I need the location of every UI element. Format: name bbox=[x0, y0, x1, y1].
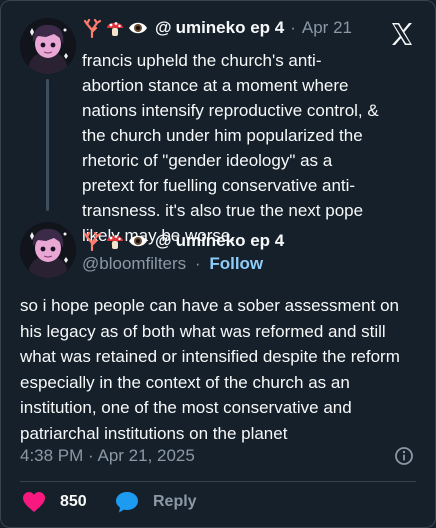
main-at-symbol: @ bbox=[155, 231, 172, 250]
quoted-separator: · bbox=[290, 18, 296, 37]
x-logo-icon[interactable] bbox=[389, 21, 415, 47]
like-button[interactable]: 850 bbox=[22, 491, 87, 513]
reply-button[interactable]: Reply bbox=[115, 491, 197, 513]
main-handle[interactable]: @bloomfilters bbox=[82, 254, 186, 273]
coral-emoji bbox=[82, 231, 102, 251]
eye-emoji bbox=[128, 18, 148, 38]
main-display-name[interactable]: umineko ep 4 bbox=[176, 230, 285, 252]
quoted-display-name[interactable]: umineko ep 4 bbox=[176, 17, 285, 39]
reply-label: Reply bbox=[153, 493, 197, 510]
quoted-avatar[interactable] bbox=[20, 18, 76, 74]
quoted-tweet-text: francis upheld the church's anti-abortio… bbox=[82, 51, 379, 245]
coral-emoji bbox=[82, 18, 102, 38]
mushroom-emoji bbox=[105, 231, 125, 251]
main-avatar[interactable] bbox=[20, 222, 76, 278]
handle-separator: · bbox=[194, 254, 201, 273]
quoted-header: @ umineko ep 4 · Apr 21 bbox=[82, 17, 352, 39]
quoted-date[interactable]: Apr 21 bbox=[302, 17, 352, 39]
tweet-timestamp[interactable]: 4:38 PM · Apr 21, 2025 bbox=[20, 445, 195, 467]
main-handle-line: @bloomfilters · Follow bbox=[82, 253, 263, 275]
quoted-at-symbol: @ bbox=[155, 18, 172, 37]
main-tweet-text: so i hope people can have a sober assess… bbox=[20, 296, 400, 443]
thread-connector-line bbox=[46, 79, 49, 211]
main-header: @ umineko ep 4 bbox=[82, 230, 284, 252]
tweet-embed-card: @ umineko ep 4 · Apr 21 francis upheld t… bbox=[0, 0, 436, 528]
eye-emoji bbox=[128, 231, 148, 251]
heart-icon bbox=[23, 492, 45, 512]
speech-bubble-icon bbox=[116, 492, 138, 513]
avatar-illustration bbox=[20, 222, 76, 278]
avatar-illustration bbox=[20, 18, 76, 74]
like-count: 850 bbox=[60, 493, 87, 510]
mushroom-emoji bbox=[105, 18, 125, 38]
divider bbox=[20, 481, 416, 482]
info-icon[interactable] bbox=[394, 446, 414, 466]
follow-button[interactable]: Follow bbox=[209, 254, 263, 273]
